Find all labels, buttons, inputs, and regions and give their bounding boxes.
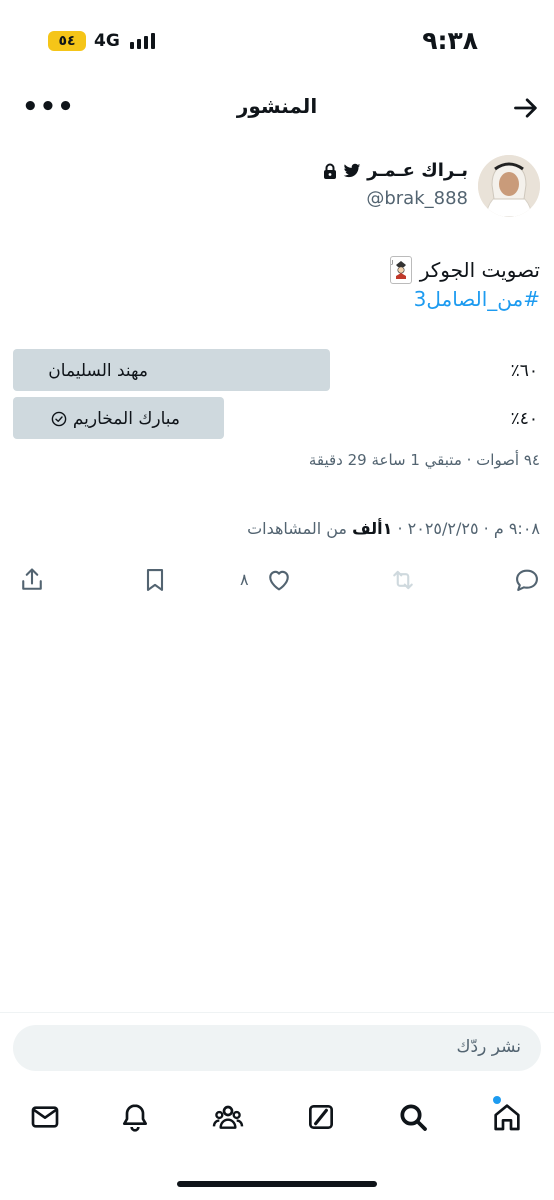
- poll-option-2-label-row: مبارك المخاريم: [51, 409, 180, 429]
- network-type: 4G: [94, 31, 120, 51]
- status-time: ٩:٣٨: [422, 26, 478, 55]
- reply-input[interactable]: نشر ردّك: [13, 1025, 541, 1071]
- hashtag-link[interactable]: #من_الصامل3: [414, 287, 540, 311]
- poll-summary: ٩٤ أصوات · متبقي 1 ساعة 29 دقيقة: [308, 451, 540, 469]
- avatar[interactable]: [478, 155, 540, 217]
- home-notification-dot: [493, 1096, 501, 1104]
- messages-icon[interactable]: [29, 1101, 61, 1133]
- page-title: المنشور: [236, 94, 318, 118]
- author-name[interactable]: بـراك عـمـر: [367, 160, 468, 181]
- poll-option-2-percent: ٪٤٠: [510, 409, 538, 429]
- reply-icon[interactable]: [513, 566, 541, 594]
- avatar-image: [478, 155, 540, 217]
- bookmark-icon[interactable]: [141, 566, 169, 594]
- poll-option-1-percent: ٪٦٠: [510, 361, 538, 381]
- like-icon[interactable]: [265, 566, 293, 594]
- author-name-row[interactable]: بـراك عـمـر: [323, 160, 468, 181]
- author-handle[interactable]: @brak_888: [366, 188, 468, 209]
- joker-card-icon: J: [389, 256, 412, 284]
- tweet-timestamp: ٩:٠٨ م · ٢٠٢٥/٢/٢٥ · ١ألف من المشاهدات: [247, 519, 540, 538]
- poll-option-2-label: مبارك المخاريم: [72, 409, 180, 429]
- reply-placeholder: نشر ردّك: [456, 1037, 521, 1057]
- home-icon[interactable]: [491, 1101, 523, 1133]
- bird-icon: [343, 163, 361, 177]
- views-label: من المشاهدات: [247, 519, 353, 538]
- lock-icon: [324, 163, 337, 179]
- poll-option-1-label-row: مهند السليمان: [48, 361, 148, 381]
- share-icon[interactable]: [18, 566, 46, 594]
- tweet-text: تصويت الجوكر: [419, 258, 540, 282]
- signal-icon: [130, 33, 158, 49]
- svg-text:J: J: [391, 260, 393, 266]
- home-indicator[interactable]: [177, 1181, 377, 1187]
- timestamp-date[interactable]: ٩:٠٨ م · ٢٠٢٥/٢/٢٥ ·: [392, 519, 540, 538]
- like-count: ٨: [240, 570, 249, 589]
- repost-icon[interactable]: [389, 566, 417, 594]
- notifications-icon[interactable]: [119, 1101, 151, 1133]
- check-circle-icon: [51, 411, 67, 427]
- tweet-text-row: تصويت الجوكر J: [389, 256, 540, 284]
- arrow-right-icon[interactable]: [512, 94, 540, 122]
- grok-icon[interactable]: [305, 1101, 337, 1133]
- reply-divider: [0, 1012, 554, 1013]
- battery-indicator: ٥٤: [48, 31, 86, 51]
- search-icon[interactable]: [397, 1101, 429, 1133]
- poll-option-1-label: مهند السليمان: [48, 361, 148, 381]
- communities-icon[interactable]: [212, 1101, 244, 1133]
- views-count: ١ألف: [352, 519, 393, 538]
